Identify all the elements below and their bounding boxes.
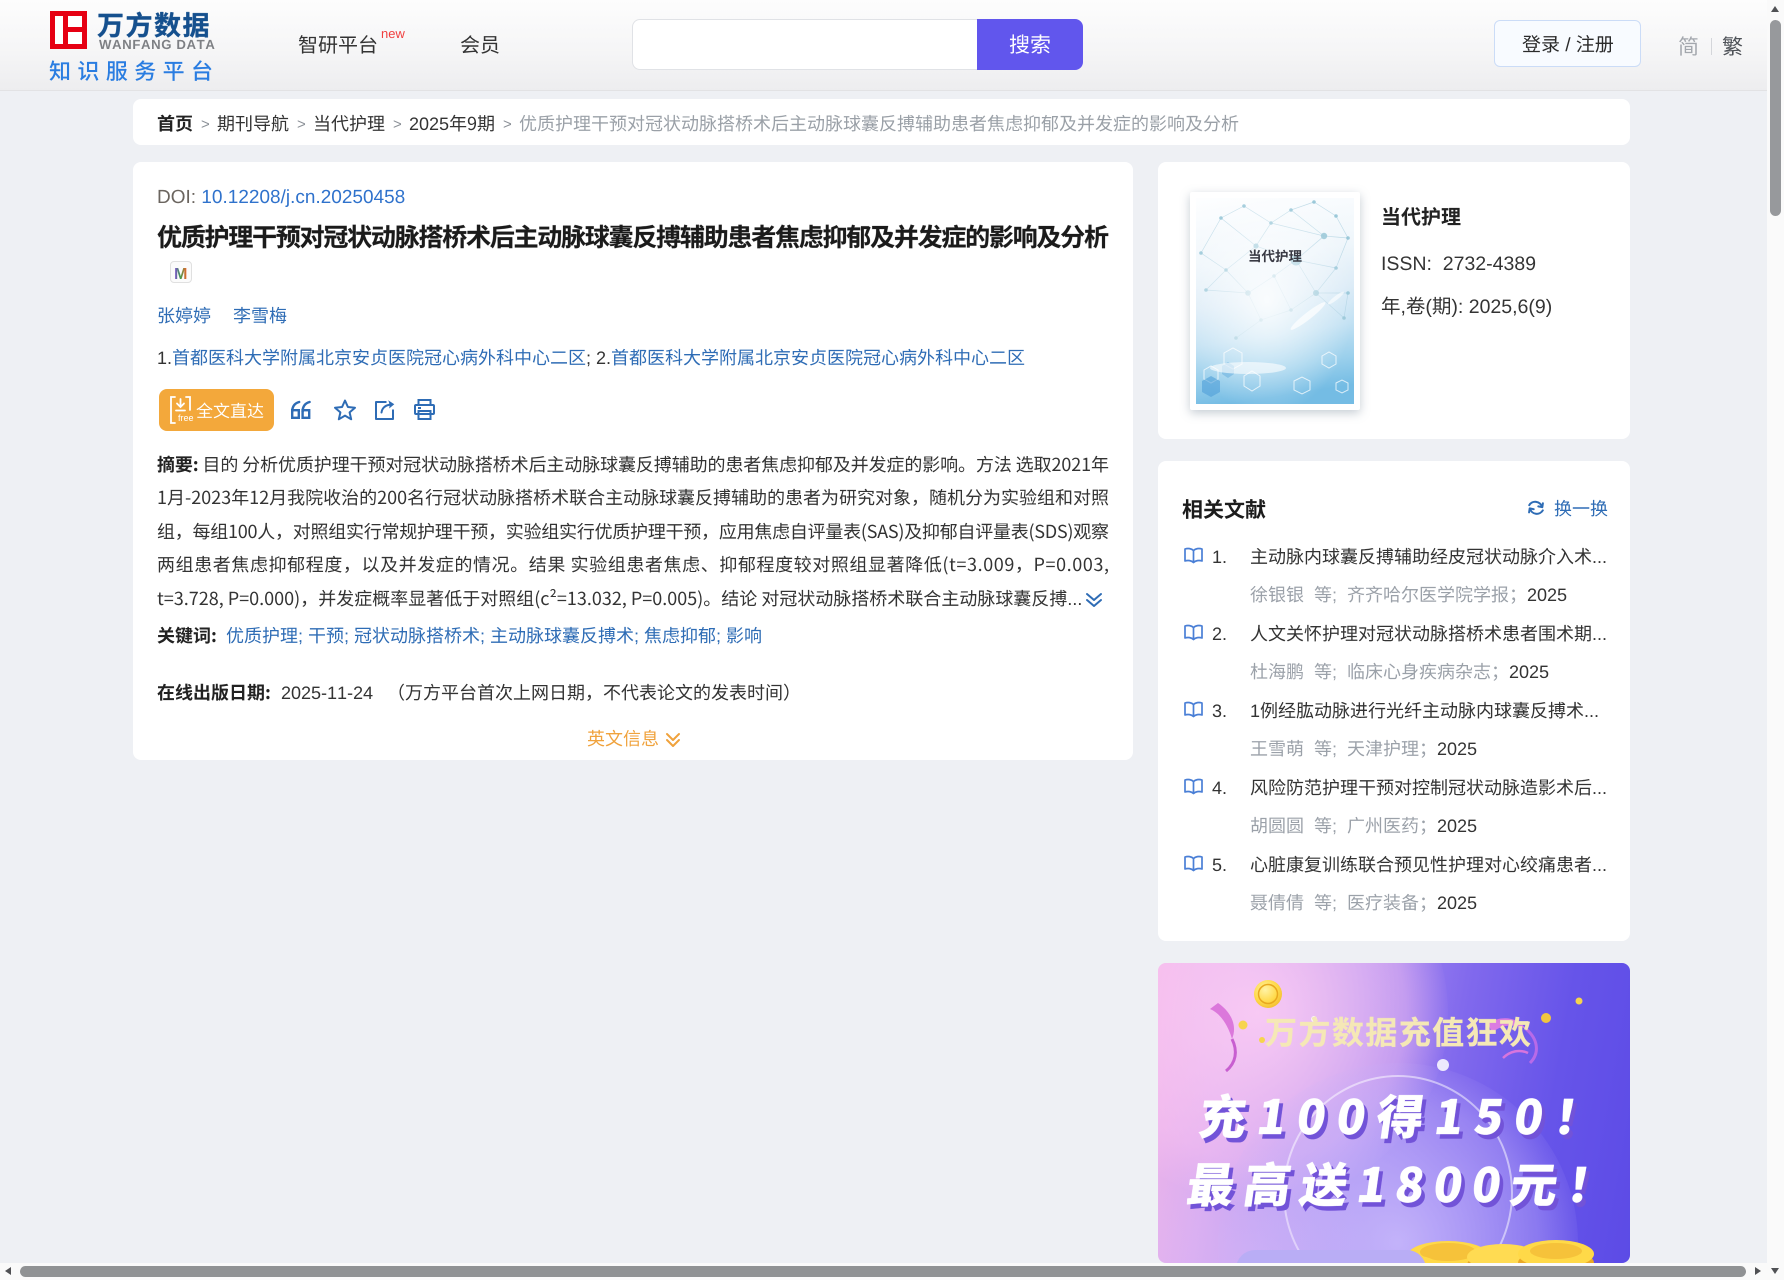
svg-text:free: free <box>178 413 194 423</box>
